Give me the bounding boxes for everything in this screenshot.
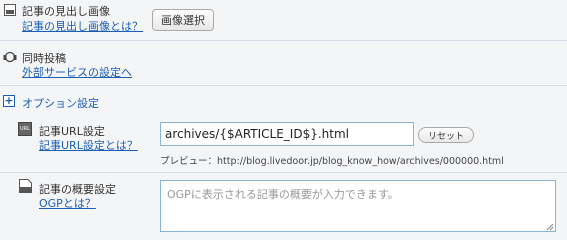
url-preview: プレビュー：http://blog.livedoor.jp/blog_know_…: [160, 156, 504, 167]
image-icon: [4, 4, 16, 16]
document-icon: [19, 179, 32, 193]
summary-section: 記事の概要設定 OGPとは？ OGPに表示される記事の概要が入力できます。: [0, 173, 567, 237]
headline-image-section: 記事の見出し画像 記事の見出し画像とは？ 画像選択: [0, 0, 567, 40]
summary-placeholder: OGPに表示される記事の概要が入力できます。: [167, 188, 399, 201]
reset-button[interactable]: リセット: [418, 127, 474, 143]
summary-textarea[interactable]: OGPに表示される記事の概要が入力できます。: [160, 180, 556, 232]
options-toggle-label[interactable]: オプション設定: [22, 95, 99, 111]
article-url-section: URL 記事URL設定 記事URL設定とは？ archives/{$ARTICL…: [0, 116, 567, 172]
article-url-help-link[interactable]: 記事URL設定とは？: [39, 137, 138, 153]
headline-image-help-link[interactable]: 記事の見出し画像とは？: [22, 18, 143, 34]
ogp-help-link[interactable]: OGPとは？: [39, 195, 96, 211]
simultaneous-post-section: 同時投稿 外部サービスの設定へ: [0, 41, 567, 85]
options-toggle[interactable]: + オプション設定: [0, 86, 567, 116]
article-url-input[interactable]: archives/{$ARTICLE_ID$}.html: [160, 122, 414, 146]
resize-handle-icon[interactable]: [545, 222, 554, 231]
plus-icon[interactable]: +: [3, 95, 15, 107]
url-icon: URL: [18, 122, 32, 136]
select-image-button[interactable]: 画像選択: [152, 9, 214, 31]
share-icon: [3, 51, 17, 63]
headline-image-title: 記事の見出し画像: [22, 5, 110, 18]
external-services-link[interactable]: 外部サービスの設定へ: [22, 64, 132, 80]
